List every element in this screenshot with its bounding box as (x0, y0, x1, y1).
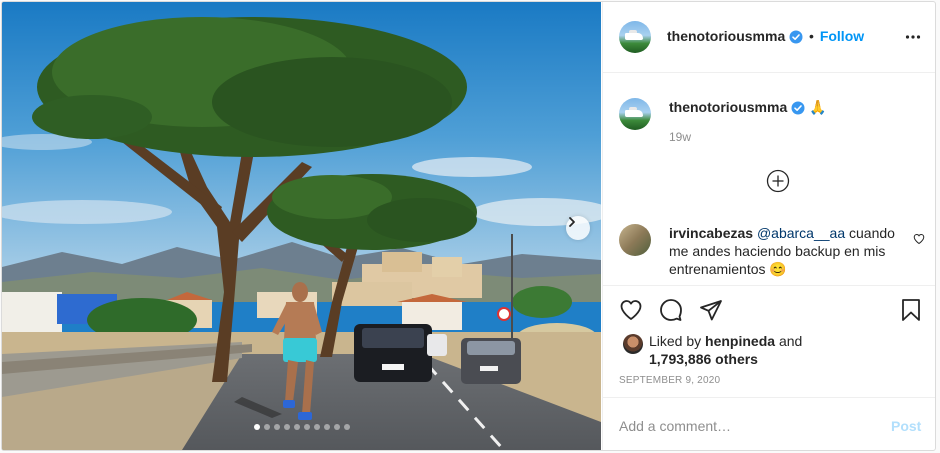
caption-username[interactable]: thenotoriousmma (669, 99, 787, 115)
post-image[interactable] (2, 2, 601, 450)
carousel-dot (253, 424, 260, 430)
carousel-dot (313, 424, 320, 430)
commenter-username[interactable]: irvincabezas (669, 225, 753, 241)
carousel-dot (263, 424, 270, 430)
instagram-post: thenotoriousmma • Follow thenotoriousmma (1, 1, 936, 451)
carousel-dot (303, 424, 310, 430)
comment-emoji: 😊 (769, 261, 787, 277)
post-actions: Liked by henpineda and 1,793,886 others … (603, 285, 935, 397)
comment-input[interactable] (619, 416, 869, 436)
caption-text: 🙏 (809, 99, 827, 115)
author-username[interactable]: thenotoriousmma (667, 28, 785, 44)
comment-icon[interactable] (659, 298, 683, 322)
heart-icon[interactable] (619, 298, 643, 322)
caption-avatar[interactable] (619, 98, 651, 130)
add-comment-bar: Post (603, 397, 935, 450)
more-icon[interactable] (905, 29, 921, 45)
comment-like-icon[interactable] (913, 233, 925, 245)
carousel-next-button[interactable] (566, 216, 590, 240)
header-separator: • (809, 28, 814, 44)
carousel-dot (323, 424, 330, 430)
follow-button[interactable]: Follow (820, 28, 864, 44)
verified-icon (791, 101, 805, 115)
verified-icon (789, 30, 803, 44)
carousel-dot (293, 424, 300, 430)
post-comment-button[interactable]: Post (891, 418, 921, 434)
post-header: thenotoriousmma • Follow (603, 2, 935, 73)
load-more-icon[interactable] (766, 169, 790, 193)
commenter-avatar[interactable] (619, 224, 651, 256)
author-avatar[interactable] (619, 21, 651, 53)
likes-and: and (775, 333, 803, 349)
likes-count[interactable]: 1,793,886 others (649, 351, 758, 367)
liked-by-user[interactable]: henpineda (705, 333, 775, 349)
photo-scene (2, 2, 601, 450)
carousel-dot (343, 424, 350, 430)
carousel-dot (333, 424, 340, 430)
post-side-panel: thenotoriousmma • Follow thenotoriousmma (602, 2, 935, 450)
carousel-dot (283, 424, 290, 430)
likes-summary: Liked by henpineda and 1,793,886 others (649, 332, 802, 368)
caption-age[interactable]: 19w (669, 130, 691, 144)
liked-by-avatar[interactable] (623, 334, 643, 354)
comment-mention[interactable]: @abarca__aa (757, 225, 845, 241)
carousel-indicator (2, 424, 601, 430)
share-icon[interactable] (699, 298, 723, 322)
post-date[interactable]: SEPTEMBER 9, 2020 (619, 375, 720, 386)
chevron-right-icon (569, 217, 575, 227)
bookmark-icon[interactable] (899, 298, 923, 322)
carousel-dot (273, 424, 280, 430)
likes-prefix: Liked by (649, 333, 706, 349)
